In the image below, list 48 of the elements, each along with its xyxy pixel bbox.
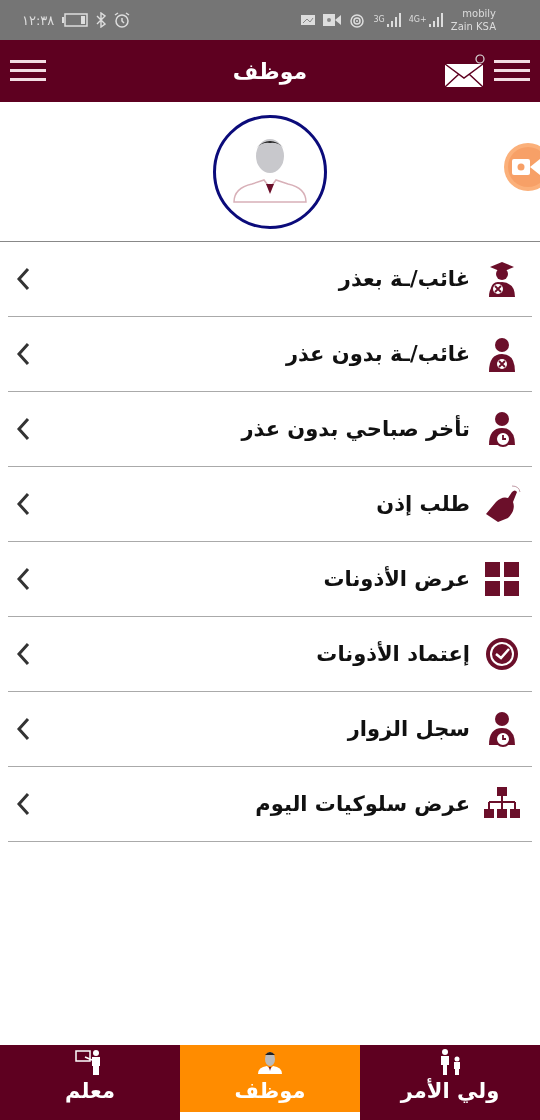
person-icon	[255, 1049, 285, 1075]
bluetooth-icon	[96, 12, 107, 28]
bottom-tab[interactable]: معلم	[0, 1045, 180, 1120]
menu-item[interactable]: إعتماد الأذونات	[8, 617, 532, 692]
menu-label: غائب/ـة بعذر	[337, 267, 470, 291]
chevron-left-icon	[16, 642, 30, 666]
chevron-left-icon	[16, 792, 30, 816]
chevron-left-icon	[16, 717, 30, 741]
network-type: 3G	[373, 15, 385, 24]
chevron-left-icon	[16, 492, 30, 516]
chevron-left-icon	[16, 417, 30, 441]
menu-label: سجل الزوار	[346, 717, 470, 741]
menu-label: طلب إذن	[375, 492, 470, 516]
battery-icon	[62, 13, 89, 27]
menu-item[interactable]: طلب إذن	[8, 467, 532, 542]
carrier-name: mobily	[462, 7, 496, 20]
menu-label: عرض سلوكيات اليوم	[254, 792, 470, 816]
menu-label: غائب/ـة بدون عذر	[284, 342, 470, 366]
menu-label: تأخر صباحي بدون عذر	[239, 417, 470, 441]
chevron-left-icon	[16, 342, 30, 366]
menu-label: عرض الأذونات	[322, 567, 470, 591]
tab-label: ولي الأمر	[400, 1079, 500, 1103]
chevron-left-icon	[16, 567, 30, 591]
network-type: 4G+	[408, 15, 427, 24]
mail-icon[interactable]	[444, 54, 486, 88]
carrier-name: Zain KSA	[450, 20, 496, 33]
menu-item[interactable]: غائب/ـة بعذر	[8, 242, 532, 317]
menu-item[interactable]: تأخر صباحي بدون عذر	[8, 392, 532, 467]
menu-label: إعتماد الأذونات	[315, 642, 470, 666]
bottom-tab[interactable]: ولي الأمر	[360, 1045, 540, 1120]
video-icon	[323, 14, 342, 26]
signal-icon	[386, 13, 401, 27]
menu-item[interactable]: سجل الزوار	[8, 692, 532, 767]
menu-item[interactable]: عرض الأذونات	[8, 542, 532, 617]
grid-icon	[482, 559, 522, 599]
clock-time: ١٢:٣٨	[22, 12, 55, 28]
tab-label: موظف	[234, 1079, 306, 1103]
menu-icon[interactable]	[10, 60, 46, 82]
tab-label: معلم	[65, 1079, 115, 1103]
chevron-left-icon	[16, 267, 30, 291]
page-title: موظف	[232, 58, 308, 84]
menu-item[interactable]: عرض سلوكيات اليوم	[8, 767, 532, 842]
signal-icon	[428, 13, 443, 27]
menu-icon[interactable]	[494, 60, 530, 82]
hotspot-icon	[349, 12, 366, 28]
image-icon	[301, 15, 316, 25]
alarm-icon	[114, 12, 131, 28]
menu-item[interactable]: غائب/ـة بدون عذر	[8, 317, 532, 392]
